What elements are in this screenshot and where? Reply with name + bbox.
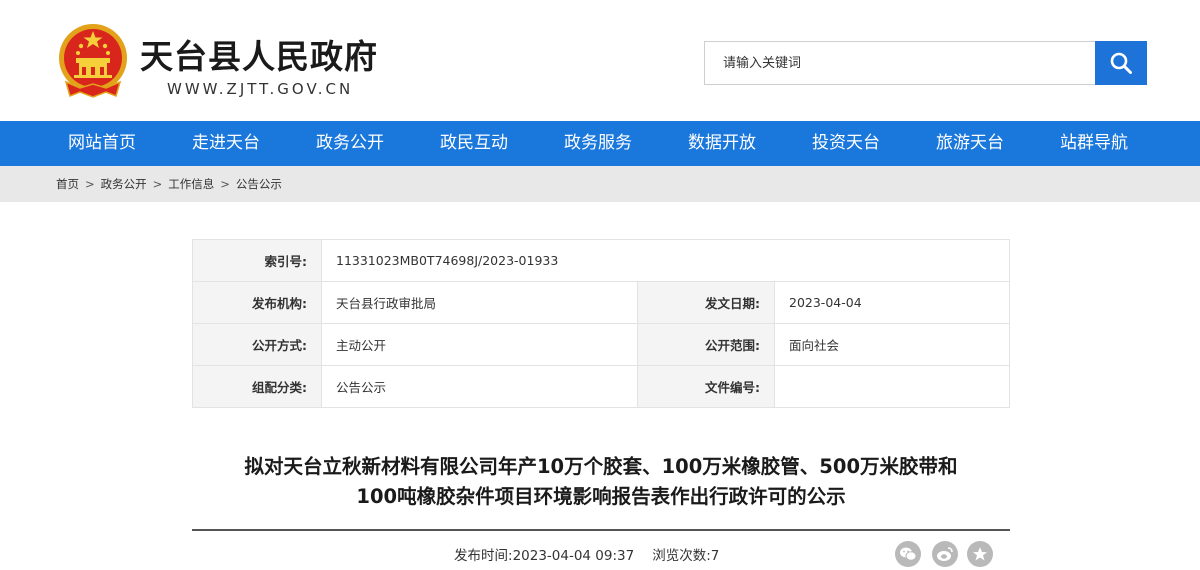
favorite-button[interactable]	[967, 541, 993, 567]
table-row: 组配分类: 公告公示 文件编号:	[192, 365, 1010, 408]
table-row: 公开方式: 主动公开 公开范围: 面向社会	[192, 323, 1010, 366]
article-info: 发布时间:2023-04-04 09:37 浏览次数:7	[454, 544, 719, 564]
favorite-star-icon	[973, 547, 987, 561]
publisher-value: 天台县行政审批局	[321, 281, 638, 324]
doc-number-label: 文件编号:	[637, 365, 775, 408]
search-input[interactable]	[704, 41, 1095, 85]
nav-item-interaction[interactable]: 政民互动	[428, 121, 552, 166]
issue-date-value: 2023-04-04	[774, 281, 1010, 324]
breadcrumb-bar: 首页 > 政务公开 > 工作信息 > 公告公示	[0, 166, 1200, 202]
disclosure-label: 公开方式:	[192, 323, 322, 366]
site-url: WWW.ZJTT.GOV.CN	[167, 80, 354, 98]
nav-item-open-data[interactable]: 数据开放	[676, 121, 800, 166]
title-divider	[192, 529, 1010, 531]
category-label: 组配分类:	[192, 365, 322, 408]
scope-value: 面向社会	[774, 323, 1010, 366]
table-row: 发布机构: 天台县行政审批局 发文日期: 2023-04-04	[192, 281, 1010, 324]
breadcrumb-separator: >	[220, 177, 230, 191]
search-icon	[1110, 52, 1132, 74]
site-title[interactable]: 天台县人民政府	[140, 30, 378, 78]
view-count-value: 7	[710, 548, 720, 564]
nav-item-services[interactable]: 政务服务	[552, 121, 676, 166]
nav-item-tourism[interactable]: 旅游天台	[924, 121, 1048, 166]
publish-time-value: 2023-04-04 09:37	[512, 548, 635, 564]
nav-item-site-group[interactable]: 站群导航	[1048, 121, 1172, 166]
site-header: 天台县人民政府 WWW.ZJTT.GOV.CN	[0, 0, 1200, 121]
search-button[interactable]	[1095, 41, 1147, 85]
share-wechat-button[interactable]	[895, 541, 921, 567]
scope-label: 公开范围:	[637, 323, 775, 366]
breadcrumb-gov-affairs[interactable]: 政务公开	[101, 166, 147, 202]
nav-item-about[interactable]: 走进天台	[180, 121, 304, 166]
nav-item-investment[interactable]: 投资天台	[800, 121, 924, 166]
article-title: 拟对天台立秋新材料有限公司年产10万个胶套、100万米橡胶管、500万米胶带和 …	[192, 452, 1010, 512]
category-value: 公告公示	[321, 365, 638, 408]
view-count-label: 浏览次数:	[652, 548, 711, 564]
document-meta-table: 索引号: 11331023MB0T74698J/2023-01933 发布机构:…	[192, 239, 1010, 408]
breadcrumb-separator: >	[85, 177, 95, 191]
publish-time: 发布时间:2023-04-04 09:37	[454, 544, 634, 564]
doc-number-value	[774, 365, 1010, 408]
breadcrumb-separator: >	[152, 177, 163, 191]
disclosure-value: 主动公开	[321, 323, 638, 366]
wechat-icon	[900, 547, 917, 561]
share-weibo-button[interactable]	[932, 541, 958, 567]
view-count: 浏览次数:7	[652, 544, 719, 564]
page: 天台县人民政府 WWW.ZJTT.GOV.CN 网站首页 走进天台 政务公开 政…	[0, 0, 1200, 570]
index-value: 11331023MB0T74698J/2023-01933	[321, 239, 1010, 282]
article-title-line-2: 100吨橡胶杂件项目环境影响报告表作出行政许可的公示	[356, 485, 846, 508]
national-emblem-icon[interactable]	[56, 22, 130, 102]
weibo-icon	[937, 547, 953, 561]
main-nav: 网站首页 走进天台 政务公开 政民互动 政务服务 数据开放 投资天台 旅游天台 …	[0, 121, 1200, 166]
publish-time-label: 发布时间:	[454, 548, 513, 564]
breadcrumb-notices[interactable]: 公告公示	[236, 166, 282, 202]
breadcrumb: 首页 > 政务公开 > 工作信息 > 公告公示	[56, 166, 282, 202]
article-title-line-1: 拟对天台立秋新材料有限公司年产10万个胶套、100万米橡胶管、500万米胶带和	[244, 455, 958, 478]
breadcrumb-home[interactable]: 首页	[56, 166, 79, 202]
nav-item-gov-affairs[interactable]: 政务公开	[304, 121, 428, 166]
nav-item-home[interactable]: 网站首页	[56, 121, 180, 166]
breadcrumb-work-info[interactable]: 工作信息	[168, 166, 214, 202]
table-row: 索引号: 11331023MB0T74698J/2023-01933	[192, 239, 1010, 282]
publisher-label: 发布机构:	[192, 281, 322, 324]
issue-date-label: 发文日期:	[637, 281, 775, 324]
index-label: 索引号:	[192, 239, 322, 282]
